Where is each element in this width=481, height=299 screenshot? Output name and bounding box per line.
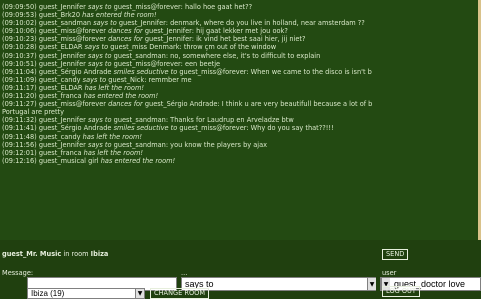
current-user-name: guest_Mr. Music [2, 250, 62, 258]
chat-message: (09:11:41) guest_Sérgio Andrade smiles s… [2, 124, 478, 132]
message-text: guest_Brk20 has entered the room! [38, 11, 157, 20]
change-room-button[interactable]: CHANGE ROOM [150, 288, 210, 299]
message-action: says to [91, 19, 119, 28]
chat-message: (09:12:16) guest_musical girl has entere… [2, 157, 478, 165]
message-text: guest_Sérgio Andrade smiles seductive to… [38, 67, 372, 76]
message-timestamp: (09:10:28) [2, 43, 37, 52]
message-action: says to [85, 59, 114, 68]
message-text: guest_musical girl has entered the room! [38, 156, 176, 165]
message-action: smiles seductive to [111, 67, 180, 76]
message-action: has entered the room! [82, 11, 157, 20]
chat-message: (09:10:28) guest_ELDAR says to guest_mis… [2, 43, 478, 51]
in-room-text: in room [61, 250, 91, 258]
message-text: guest_sandman says to guest_Jennifer: de… [38, 19, 365, 28]
message-action: says to [82, 43, 111, 52]
message-list: (09:09:50) guest_Jennifer says to guest_… [0, 0, 478, 165]
chat-message: (09:11:32) guest_Jennifer says to guest_… [2, 116, 478, 124]
message-text: guest_miss@forever dances for guest_Sérg… [38, 100, 373, 109]
chat-message: (09:11:04) guest_Sérgio Andrade smiles s… [2, 68, 478, 76]
chat-message: (09:10:23) guest_miss@forever dances for… [2, 35, 478, 43]
message-action: has left the room! [84, 83, 145, 92]
chat-message: (09:10:51) guest_Jennifer says to guest_… [2, 60, 478, 68]
chat-message: (09:09:50) guest_Jennifer says to guest_… [2, 3, 478, 11]
chat-message: Portugal are pretty [2, 108, 478, 116]
message-text: guest_franca has left the room! [38, 148, 144, 157]
chat-message: (09:11:27) guest_miss@forever dances for… [2, 100, 478, 108]
chat-message: (09:10:06) guest_miss@forever dances for… [2, 27, 478, 35]
message-text: guest_Jennifer says to guest_sandman: Th… [38, 116, 294, 125]
message-text: guest_Jennifer says to guest_miss@foreve… [38, 59, 221, 68]
chat-message: (09:11:56) guest_Jennifer says to guest_… [2, 141, 478, 149]
message-timestamp: (09:11:56) [2, 140, 37, 149]
message-text: guest_ELDAR says to guest_miss Denmark: … [38, 43, 277, 52]
message-action: has left the room! [82, 132, 143, 141]
message-text: guest_Jennifer says to guest_sandman: yo… [38, 140, 268, 149]
message-timestamp: (09:10:51) [2, 59, 37, 68]
chat-message: (09:11:20) guest_franca has entered the … [2, 92, 478, 100]
message-timestamp: (09:11:27) [2, 100, 37, 109]
chat-message: (09:10:02) guest_sandman says to guest_J… [2, 19, 478, 27]
message-timestamp: (09:11:04) [2, 67, 37, 76]
message-timestamp: (09:11:48) [2, 132, 37, 141]
message-text: guest_miss@forever dances for guest_Jenn… [38, 35, 306, 44]
user-label: user [382, 269, 397, 277]
message-text: guest_Sérgio Andrade smiles seductive to… [38, 124, 334, 133]
chat-window: (09:09:50) guest_Jennifer says to guest_… [0, 0, 481, 299]
room-select-value: Ibiza (19) [31, 289, 65, 298]
message-action: says to [85, 140, 114, 149]
chat-message: (09:09:53) guest_Brk20 has entered the r… [2, 11, 478, 19]
message-text: guest_ELDAR has left the room! [38, 83, 145, 92]
message-timestamp: (09:11:09) [2, 75, 37, 84]
message-action: says to [85, 116, 114, 125]
message-text: guest_Jennifer says to guest_miss@foreve… [38, 3, 253, 11]
message-text: guest_franca has entered the room! [38, 92, 159, 101]
verb-select[interactable]: says to [181, 277, 376, 291]
message-timestamp: (09:10:02) [2, 19, 37, 28]
message-action: says to [80, 75, 109, 84]
message-action: has left the room! [83, 148, 144, 157]
chat-message: (09:11:17) guest_ELDAR has left the room… [2, 84, 478, 92]
message-timestamp: (09:10:23) [2, 35, 37, 44]
room-select-chevron-down-icon[interactable]: ▼ [135, 289, 144, 298]
chat-message: (09:12:01) guest_franca has left the roo… [2, 149, 478, 157]
message-text: guest_miss@forever dances for guest_Jenn… [38, 27, 288, 36]
message-timestamp: (09:12:01) [2, 148, 37, 157]
message-action: has entered the room! [100, 156, 176, 165]
message-timestamp: (09:11:41) [2, 124, 37, 133]
message-timestamp: (09:11:32) [2, 116, 37, 125]
message-timestamp: (09:11:17) [2, 83, 37, 92]
verb-select-chevron-down-icon[interactable]: ▼ [367, 278, 376, 290]
message-timestamp: (09:10:06) [2, 27, 37, 36]
verb-label: ... [181, 269, 188, 277]
current-user-status: guest_Mr. Music in room Ibiza [2, 250, 108, 258]
message-timestamp: (09:11:20) [2, 92, 37, 101]
message-label: Message: [2, 269, 34, 277]
message-action: dances for [105, 35, 145, 44]
message-action: dances for [105, 27, 145, 36]
logout-button[interactable]: LOG OUT [382, 286, 420, 297]
message-action: has entered the room! [83, 92, 159, 101]
chat-log[interactable]: (09:09:50) guest_Jennifer says to guest_… [0, 0, 481, 240]
send-button[interactable]: SEND [382, 249, 409, 260]
message-action: smiles seductive to [111, 124, 180, 133]
current-room-name: Ibiza [90, 250, 109, 258]
message-timestamp: (09:09:50) [2, 3, 37, 11]
message-timestamp: (09:10:37) [2, 51, 37, 60]
chat-message: (09:10:37) guest_Jennifer says to guest_… [2, 52, 478, 60]
chat-message: (09:11:48) guest_candy has left the room… [2, 133, 478, 141]
message-action: says to [85, 3, 114, 11]
message-text: guest_candy has left the room! [38, 132, 143, 141]
message-action: says to [85, 51, 114, 60]
message-timestamp: (09:09:53) [2, 11, 37, 20]
message-text: Portugal are pretty [2, 108, 65, 117]
message-timestamp: (09:12:16) [2, 156, 37, 165]
chat-message: (09:11:09) guest_candy says to guest_Nic… [2, 76, 478, 84]
message-action: dances for [105, 100, 145, 109]
room-select[interactable]: Ibiza (19) [27, 288, 145, 299]
message-text: guest_Jennifer says to guest_sandman: no… [38, 51, 321, 60]
message-text: guest_candy says to guest_Nick: remmber … [38, 75, 192, 84]
